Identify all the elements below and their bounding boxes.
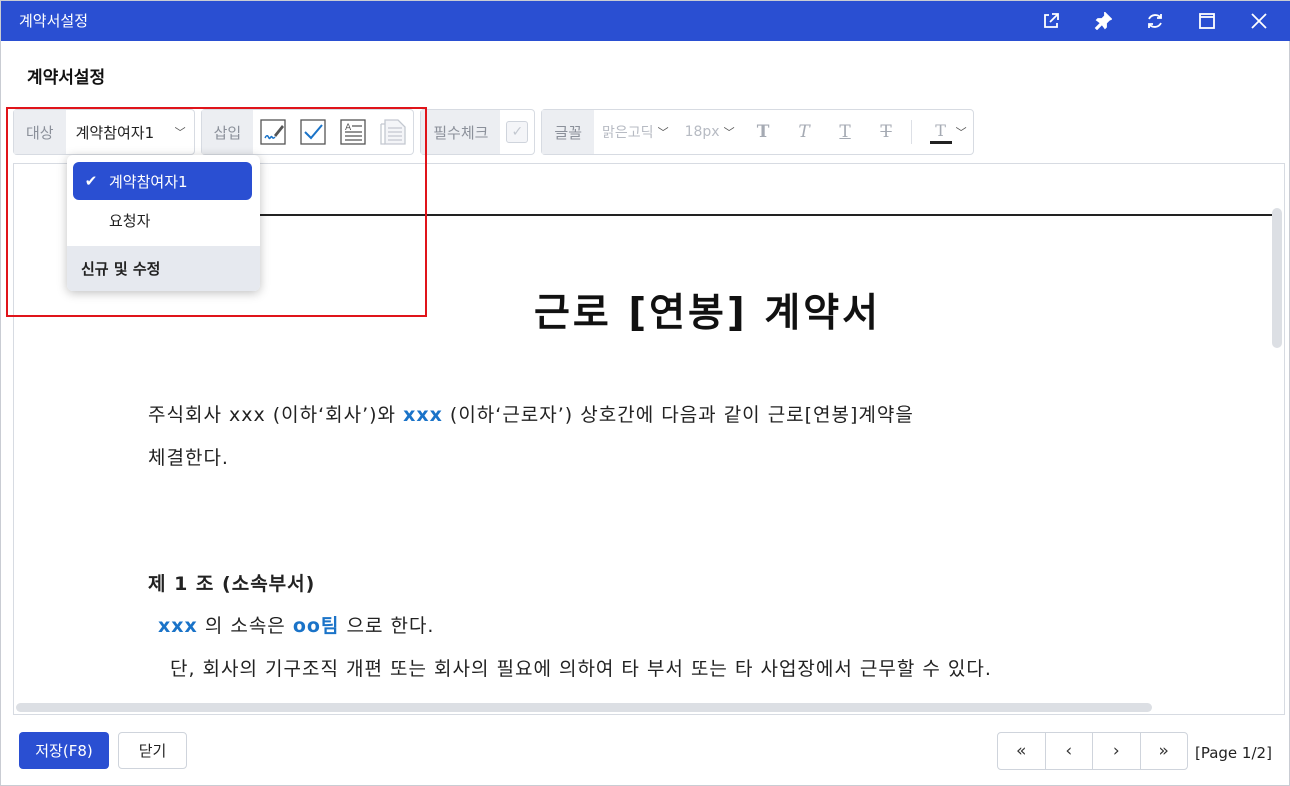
horizontal-scrollbar[interactable]: [16, 703, 1152, 712]
close-button[interactable]: 닫기: [118, 732, 187, 769]
article-1-heading: 제 1 조 (소속부서): [148, 573, 316, 595]
intro-text: 주식회사 xxx (이하‘회사’)와: [148, 404, 404, 426]
chevron-down-icon: ﹀: [723, 126, 735, 139]
refresh-icon[interactable]: [1129, 1, 1181, 41]
text-field-icon[interactable]: A: [333, 110, 373, 154]
dropdown-option-requester[interactable]: 요청자: [73, 201, 252, 239]
target-select[interactable]: 계약참여자1 ﹀: [66, 110, 194, 154]
article-1-line-2: 단, 회사의 기구조직 개편 또는 회사의 필요에 의하여 타 부서 또는 타 …: [170, 658, 992, 680]
contract-field-team[interactable]: oo팀: [293, 615, 340, 637]
text-area-icon[interactable]: [373, 110, 413, 154]
font-family-value: 맑은고딕: [602, 125, 654, 141]
bold-icon[interactable]: T: [743, 110, 784, 154]
strikethrough-icon[interactable]: T: [866, 110, 907, 154]
target-group: 대상 계약참여자1 ﹀: [13, 109, 195, 155]
font-group: 글꼴 맑은고딕 ﹀ 18px ﹀ T T T T T ﹀: [541, 109, 974, 155]
font-size-value: 18px: [684, 124, 720, 140]
checkbox-icon[interactable]: [293, 110, 333, 154]
option-label: 계약참여자1: [109, 172, 188, 191]
required-group: 필수체크 ✓: [420, 109, 536, 155]
article-text: 의 소속은: [204, 615, 293, 637]
target-label: 대상: [14, 110, 66, 154]
external-link-icon[interactable]: [1025, 1, 1077, 41]
intro-line-1: 주식회사 xxx (이하‘회사’)와 xxx (이하‘근로자’) 상호간에 다음…: [148, 400, 914, 427]
document-title: 근로 [연봉] 계약서: [534, 291, 881, 336]
vertical-scrollbar[interactable]: [1272, 208, 1282, 348]
first-page-button[interactable]: «: [998, 733, 1046, 769]
title-bar: 계약서설정: [1, 1, 1290, 41]
required-label: 필수체크: [421, 110, 501, 154]
pagination: « ‹ › »: [997, 732, 1188, 770]
page-indicator: [Page 1/2]: [1195, 744, 1272, 762]
italic-icon[interactable]: T: [784, 110, 825, 154]
check-icon: ✔: [84, 172, 98, 190]
toolbar-divider: [910, 120, 912, 144]
target-dropdown-menu: ✔ 계약참여자1 요청자 신규 및 수정: [67, 155, 260, 291]
prev-page-button[interactable]: ‹: [1046, 733, 1093, 769]
contract-field-employee[interactable]: xxx: [158, 615, 198, 637]
window-controls: [1025, 1, 1285, 41]
underline-icon[interactable]: T: [825, 110, 866, 154]
close-icon[interactable]: [1233, 1, 1285, 41]
last-page-button[interactable]: »: [1141, 733, 1188, 769]
dropdown-new-edit-button[interactable]: 신규 및 수정: [67, 246, 260, 291]
maximize-icon[interactable]: [1181, 1, 1233, 41]
contract-field-company[interactable]: xxx: [403, 404, 443, 426]
chevron-down-icon: ﹀: [955, 126, 967, 139]
target-select-value: 계약참여자1: [75, 123, 155, 142]
contract-settings-window: 계약서설정 계약서설정 대상 계약참여자1 ﹀ 삽입 A 필수체크 ✓ 글꼴 맑…: [0, 0, 1290, 786]
editor-toolbar: 대상 계약참여자1 ﹀ 삽입 A 필수체크 ✓ 글꼴 맑은고딕 ﹀ 18px ﹀…: [13, 109, 980, 157]
required-checkbox[interactable]: ✓: [500, 110, 534, 154]
chevron-down-icon: ﹀: [174, 126, 186, 139]
dropdown-option-participant1[interactable]: ✔ 계약참여자1: [73, 162, 252, 200]
save-button[interactable]: 저장(F8): [19, 732, 109, 769]
signature-icon[interactable]: [253, 110, 293, 154]
article-1-line-1: xxx 의 소속은 oo팀 으로 한다.: [158, 611, 434, 638]
font-label: 글꼴: [542, 110, 595, 154]
font-size-select[interactable]: 18px ﹀: [677, 110, 743, 154]
page-heading: 계약서설정: [27, 68, 106, 88]
insert-group: 삽입 A: [200, 109, 415, 155]
intro-text: (이하‘근로자’) 상호간에 다음과 같이 근로[연봉]계약을: [449, 404, 914, 426]
text-color-icon: T: [929, 120, 952, 144]
text-color-select[interactable]: T ﹀: [916, 110, 973, 154]
pin-icon[interactable]: [1077, 1, 1129, 41]
window-title: 계약서설정: [19, 12, 89, 30]
option-label: 요청자: [109, 211, 151, 230]
intro-line-2: 체결한다.: [148, 447, 229, 469]
insert-label: 삽입: [201, 110, 254, 154]
next-page-button[interactable]: ›: [1093, 733, 1141, 769]
font-family-select[interactable]: 맑은고딕 ﹀: [594, 110, 677, 154]
text-color-glyph: T: [935, 120, 946, 140]
chevron-down-icon: ﹀: [657, 126, 669, 139]
text-color-swatch: [929, 140, 952, 144]
document-divider: [260, 214, 1274, 216]
check-icon: ✓: [506, 121, 529, 143]
article-text: 으로 한다.: [346, 615, 435, 637]
